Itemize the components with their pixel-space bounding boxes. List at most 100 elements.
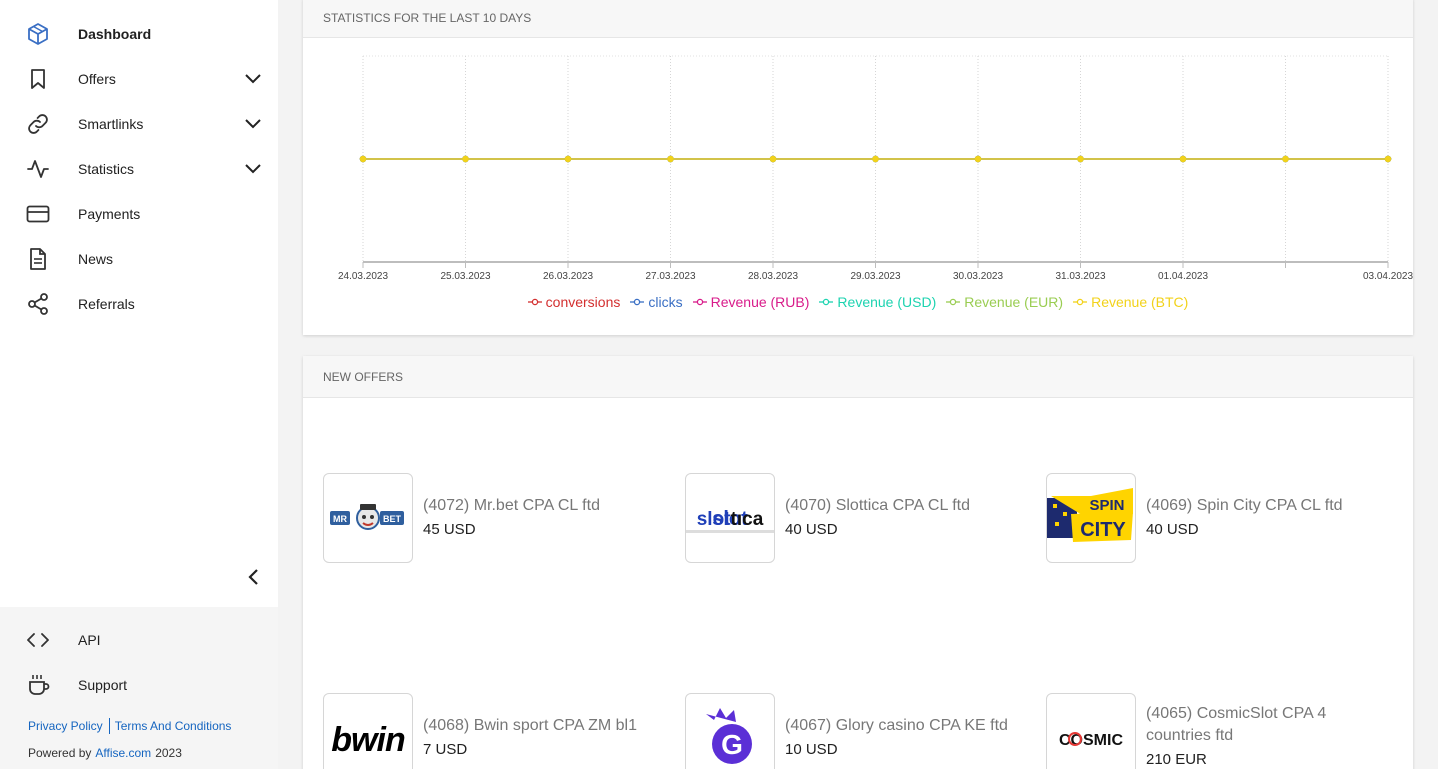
data-point [462,155,469,163]
nav-api[interactable]: API [0,620,278,660]
offer-title: (4065) CosmicSlot CPA 4 countries ftd [1146,705,1327,744]
legend-label: Revenue (BTC) [1091,294,1189,310]
copyright-year: 2023 [155,746,182,760]
legend-label: Revenue (RUB) [710,294,810,310]
nav-support[interactable]: Support [0,665,278,705]
nav-label: Payments [78,205,141,222]
svg-text:SPIN: SPIN [1089,497,1124,514]
coffee-icon [29,675,50,695]
legend-marker [527,298,542,306]
legend-item[interactable]: Revenue (USD) [819,294,936,310]
legend-item[interactable]: conversions [527,294,620,310]
offer-payout: 40 USD [785,521,838,538]
svg-text:MR: MR [333,514,347,524]
legend-marker [630,298,645,306]
link-icon [28,114,48,134]
x-tick-label: 24.03.2023 [338,271,388,282]
offer-card[interactable]: MR BET (4072) Mr.bet CPA CL ftd 45 USD [323,473,663,563]
data-point [769,155,777,163]
nav-label: Statistics [78,160,135,177]
chevron-down-icon[interactable] [243,113,263,133]
offer-logo: bwin [323,693,413,769]
nav-referrals[interactable]: Referrals [0,281,278,326]
legend-label: clicks [648,294,683,310]
chevron-left-icon[interactable] [244,567,264,587]
code-icon [27,633,49,647]
new-offers-header: NEW OFFERS [303,356,1413,398]
offer-logo: slot slottıca [685,473,775,563]
offer-payout: 40 USD [1146,521,1199,538]
legend-item[interactable]: Revenue (BTC) [1073,294,1188,310]
terms-link[interactable]: Terms And Conditions [115,719,232,733]
legend-label: Revenue (EUR) [964,294,1064,310]
offer-card[interactable]: slot slottıca (4070) Slottica CPA CL ftd… [685,473,1025,563]
legend-item[interactable]: Revenue (RUB) [692,294,810,310]
credit-card-icon [26,205,50,223]
nav-offers[interactable]: Offers [0,56,278,101]
nav-smartlinks[interactable]: Smartlinks [0,101,278,146]
legend-item[interactable]: Revenue (EUR) [946,294,1063,310]
privacy-policy-link[interactable]: Privacy Policy [28,719,103,733]
offer-payout: 10 USD [785,741,838,758]
offer-card[interactable]: COSMIC (4065) CosmicSlot CPA 4 countries… [1046,693,1386,769]
offer-card[interactable]: SPIN CITY (4069) Spin City CPA CL ftd 40… [1046,473,1386,563]
x-tick-label: 31.03.2023 [1055,271,1105,282]
chevron-down-icon[interactable] [243,158,263,178]
legend-item[interactable]: clicks [630,294,683,310]
offer-title: (4069) Spin City CPA CL ftd [1146,497,1343,514]
cosmic-logo: COSMIC [1059,732,1123,749]
footer-links: Privacy Policy Terms And Conditions [28,718,231,734]
nav-label: Offers [78,70,116,87]
legend-marker [946,298,961,306]
data-point [974,155,982,163]
data-point [564,155,572,163]
powered-by: Powered by Affise.com 2023 [28,746,182,760]
legend-label: Revenue (USD) [837,294,937,310]
nav-dashboard[interactable]: Dashboard [0,11,278,56]
svg-text:CITY: CITY [1080,519,1126,541]
legend-marker [819,298,834,306]
offer-card[interactable]: G (4067) Glory casino CPA KE ftd 10 USD [685,693,1025,769]
nav-label: Referrals [78,295,135,312]
x-tick-label: 27.03.2023 [645,271,695,282]
slottica-logo: slot slottıca [686,508,774,533]
glory-casino-logo: G [706,708,752,764]
x-tick-label: 28.03.2023 [748,271,798,282]
bookmark-icon [31,69,45,89]
spincity-logo: SPIN CITY [1047,488,1133,542]
powered-by-text: Powered by [28,746,92,760]
chart-legend: conversions clicks Revenue (RUB) Revenue (U… [303,294,1413,310]
data-point [1384,155,1392,163]
svg-text:bwin: bwin [331,721,405,758]
nav-news[interactable]: News [0,236,278,281]
nav-statistics[interactable]: Statistics [0,146,278,191]
mrbet-logo: MR BET [330,504,404,530]
nav-label: Dashboard [78,25,152,42]
statistics-chart: 24.03.2023 25.03.2023 26.03.2023 27.03.2023… [338,55,1413,282]
x-tick-label: 30.03.2023 [953,271,1003,282]
chevron-down-icon[interactable] [243,68,263,88]
sidebar-footer: API Support Privacy Policy Terms And Con… [0,607,278,769]
bwin-logo: bwin [331,721,406,758]
svg-text:BET: BET [383,514,402,524]
offer-payout: 7 USD [423,741,468,758]
document-icon [30,248,46,270]
offer-payout: 210 EUR [1146,751,1207,768]
x-tick-label: 01.04.2023 [1158,271,1208,282]
offer-logo: G [685,693,775,769]
data-point [1179,155,1187,163]
x-tick-label: 03.04.2023 [1363,271,1413,282]
offer-logo: COSMIC [1046,693,1136,769]
svg-text:G: G [721,729,743,760]
share-icon [28,293,48,315]
affise-link[interactable]: Affise.com [95,746,151,760]
offer-card[interactable]: bwin (4068) Bwin sport CPA ZM bl1 7 USD [323,693,663,769]
data-point [667,155,674,163]
nav-payments[interactable]: Payments [0,191,278,236]
nav-label: News [78,250,114,267]
data-point [1282,155,1289,163]
x-tick-label: 29.03.2023 [850,271,900,282]
offer-title: (4068) Bwin sport CPA ZM bl1 [423,717,638,734]
divider [108,718,110,734]
data-point [1077,155,1084,163]
